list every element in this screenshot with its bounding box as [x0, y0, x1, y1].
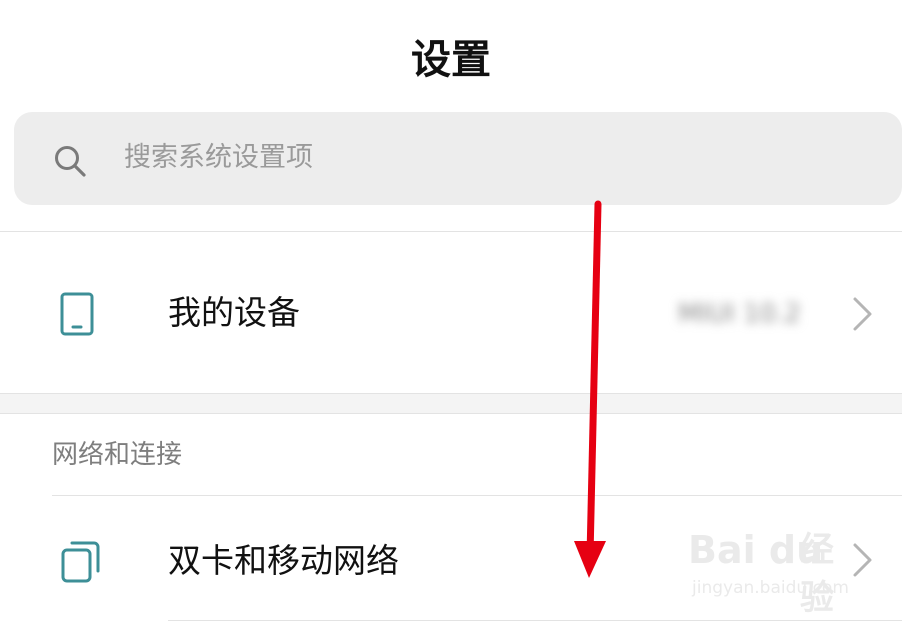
- dual-sim-label: 双卡和移动网络: [168, 541, 399, 580]
- my-device-label: 我的设备: [168, 293, 300, 332]
- phone-icon: [60, 292, 94, 336]
- search-placeholder[interactable]: 搜索系统设置项: [124, 138, 313, 178]
- device-version-value: MIUI 10.2: [678, 299, 801, 329]
- search-icon: [55, 146, 86, 177]
- settings-screen: 设置 搜索系统设置项 我的设备 MIUI 10.2 网络和连接 双卡和移动网络: [0, 0, 902, 626]
- section-header-network: 网络和连接: [52, 440, 183, 470]
- divider: [0, 413, 902, 414]
- divider: [168, 620, 902, 621]
- section-gap: [0, 394, 902, 413]
- dual-sim-icon: [61, 541, 100, 583]
- watermark-logo-cn: 经验: [800, 530, 834, 618]
- chevron-right-icon: [853, 297, 872, 331]
- my-device-row[interactable]: 我的设备 MIUI 10.2: [0, 232, 902, 392]
- page-title: 设置: [411, 37, 491, 83]
- baidu-jingyan-watermark: Bai du 经验 jingyan.baidu.com: [688, 526, 858, 618]
- watermark-url: jingyan.baidu.com: [692, 578, 849, 598]
